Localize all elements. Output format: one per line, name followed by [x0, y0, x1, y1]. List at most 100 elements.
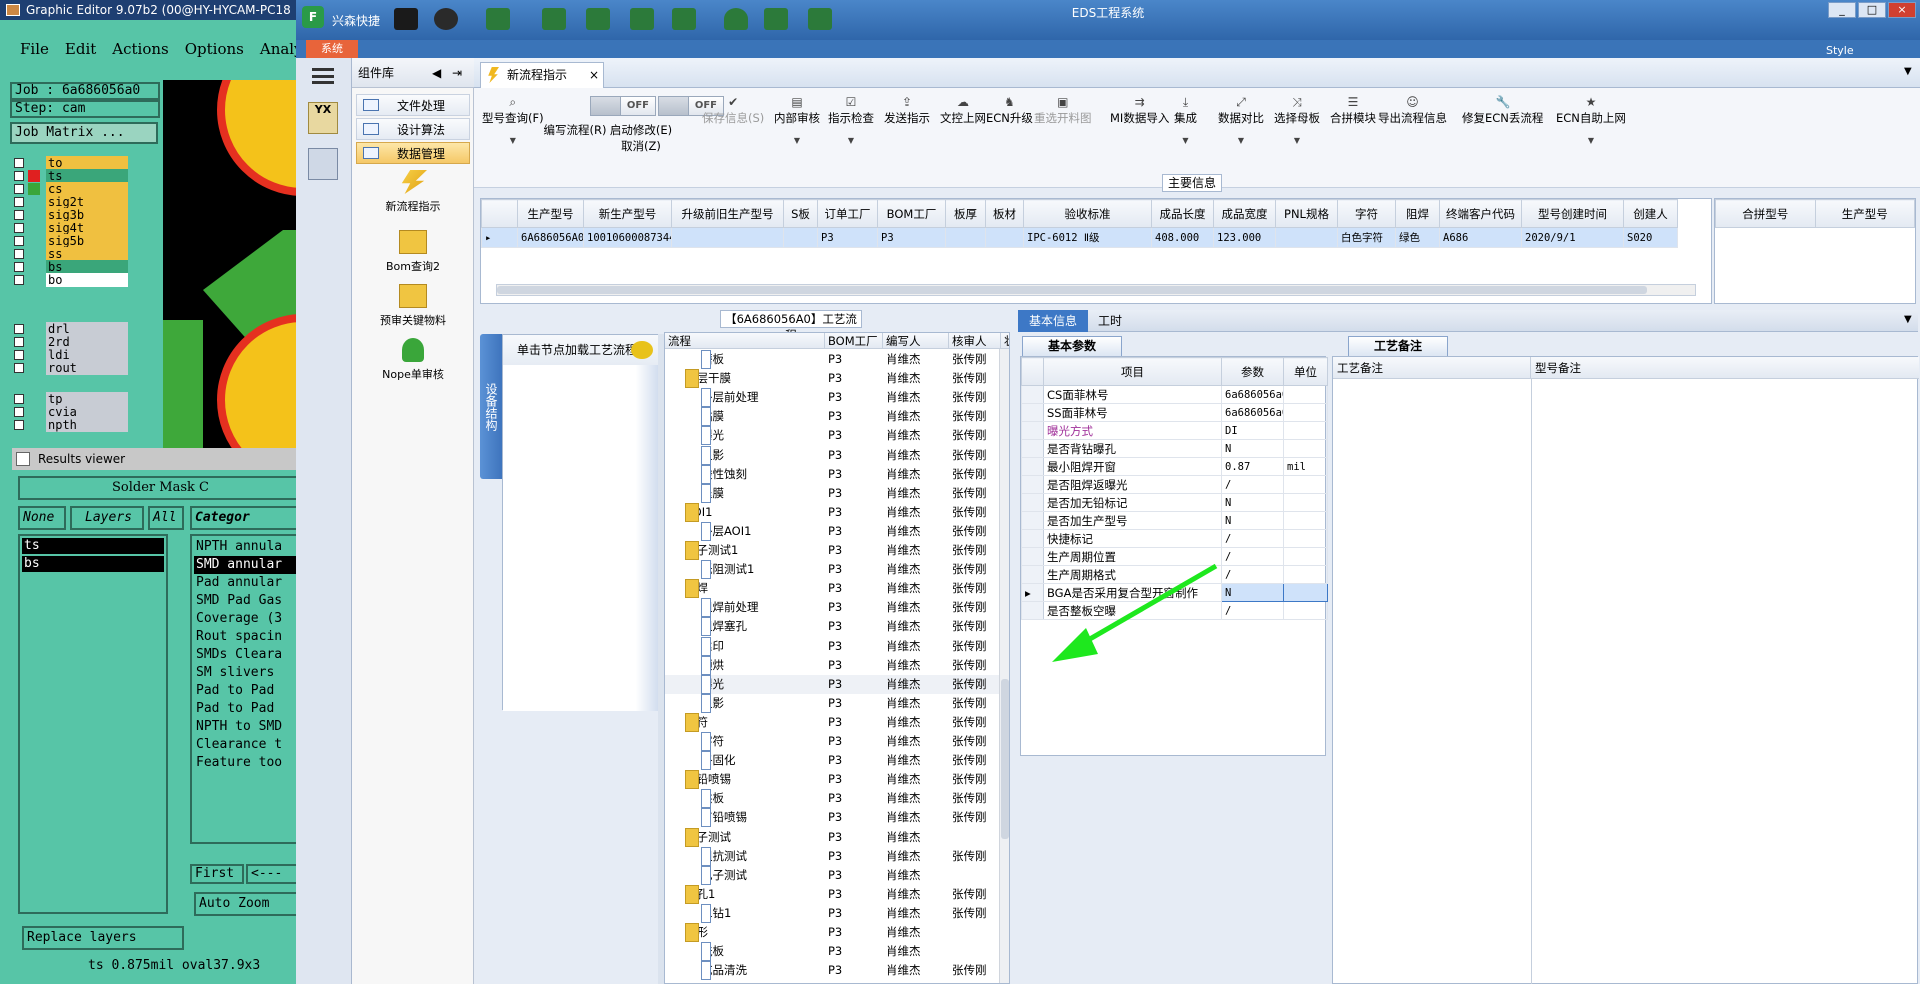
tree-row[interactable]: 烘板P3肖维杰张传刚已上网: [665, 789, 1009, 809]
grid-header[interactable]: 升级前旧生产型号: [671, 199, 784, 228]
layer-checkbox[interactable]: [14, 262, 24, 272]
basic-param-row[interactable]: 是否加无铅标记 N: [1021, 493, 1328, 512]
tree-row[interactable]: 电子测试P3肖维杰已编写: [665, 865, 1009, 885]
merge-grid-header[interactable]: 生产型号: [1814, 199, 1915, 228]
basic-param-row[interactable]: 是否加生产型号 N: [1021, 511, 1328, 530]
category-item[interactable]: Pad annular: [194, 574, 298, 592]
minimize-button[interactable]: _: [1828, 2, 1856, 18]
chart-icon[interactable]: [764, 8, 788, 30]
tree-row[interactable]: 曝光P3肖维杰张传刚已上网: [665, 674, 1009, 694]
layer-checkbox[interactable]: [14, 158, 24, 168]
category-item[interactable]: Clearance t: [194, 736, 298, 754]
toolbar-button[interactable]: ★ ECN自助上网 ▼: [1556, 96, 1626, 145]
tree-row[interactable]: 字符P3肖维杰张传刚已上网: [665, 732, 1009, 751]
category-item[interactable]: SM slivers: [194, 664, 298, 682]
toolbar-button[interactable]: ⤢ 数据对比 ▼: [1218, 96, 1264, 145]
monitor-icon[interactable]: [808, 8, 832, 30]
tree-row[interactable]: 曝光P3肖维杰张传刚已上网: [665, 426, 1009, 446]
tree-row[interactable]: 显影P3肖维杰张传刚已上网: [665, 445, 1009, 465]
tab-bar-dropdown-icon[interactable]: ▼: [1904, 66, 1912, 77]
device-structure-tab[interactable]: 设备结构: [480, 334, 502, 479]
layer-row[interactable]: bs: [14, 260, 132, 274]
dropdown-caret-icon[interactable]: ▼: [1218, 136, 1264, 145]
grid-cell[interactable]: [985, 227, 1024, 248]
layer-row[interactable]: sig4t: [14, 221, 132, 235]
basic-header[interactable]: 参数: [1221, 357, 1284, 386]
menu-edit[interactable]: Edit: [65, 40, 96, 58]
toolbar-button[interactable]: ♞ ECN升级: [986, 96, 1033, 126]
search-icon[interactable]: [394, 8, 418, 30]
basic-param-row[interactable]: CS面菲林号6a686056a0.ts: [1021, 385, 1328, 404]
nav-bom-query[interactable]: Bom查询2: [352, 230, 474, 274]
chat-bubble-icon[interactable]: [631, 341, 653, 359]
tree-row[interactable]: 低阻测试1P3肖维杰张传刚已上网: [665, 560, 1009, 580]
basic-header[interactable]: 单位: [1283, 357, 1328, 386]
param-value[interactable]: /: [1221, 529, 1284, 548]
scissors-icon[interactable]: [542, 8, 566, 30]
tab-work-hours[interactable]: 工时: [1090, 310, 1130, 332]
tab-new-flow[interactable]: 新流程指示 ×: [480, 62, 604, 88]
grid-cell[interactable]: [945, 227, 986, 248]
basic-param-row[interactable]: 曝光方式 DI: [1021, 421, 1328, 440]
toolbar-button[interactable]: OFF 启动修改(E) 取消(Z): [608, 92, 724, 154]
tree-header[interactable]: 流程: [665, 333, 825, 349]
grid-cell[interactable]: [1275, 227, 1338, 248]
layer-row[interactable]: drl: [14, 322, 132, 336]
nav-data-management[interactable]: 数据管理: [356, 142, 470, 164]
layer-row[interactable]: cvia: [14, 405, 132, 419]
toolbar-button[interactable]: 🔧 修复ECN丢流程: [1462, 96, 1543, 126]
calculator-icon[interactable]: [308, 148, 338, 180]
grid-header[interactable]: 成品长度: [1151, 199, 1214, 228]
tab-craft-note[interactable]: 工艺备注: [1348, 336, 1448, 356]
layer-checkbox[interactable]: [14, 350, 24, 360]
results-viewer-close-icon[interactable]: [16, 452, 30, 466]
grid-cell[interactable]: P3: [817, 227, 878, 248]
first-button[interactable]: First: [190, 864, 244, 884]
tree-row[interactable]: 阻焊前处理P3肖维杰张传刚已上网: [665, 598, 1009, 618]
result-layer-item[interactable]: bs: [22, 556, 164, 572]
system-tab[interactable]: 系统: [306, 40, 358, 58]
toolbar-button[interactable]: ⌕ 型号查询(F) ▼: [482, 96, 544, 145]
tree-row[interactable]: 磨板P3肖维杰张传刚已上网: [665, 350, 1009, 369]
grid-header[interactable]: 成品宽度: [1213, 199, 1276, 228]
tree-row[interactable]: 酸性蚀刻P3肖维杰张传刚已上网: [665, 464, 1009, 484]
category-item[interactable]: NPTH annula: [194, 538, 298, 556]
basic-param-row[interactable]: 快捷标记 /: [1021, 529, 1328, 548]
collapse-left-icon[interactable]: ◀: [432, 66, 441, 80]
tree-row[interactable]: −AOI1P3肖维杰张传刚已上网: [665, 502, 1009, 522]
grid-header[interactable]: 板材: [985, 199, 1024, 228]
param-value[interactable]: N: [1221, 493, 1284, 512]
grid-header[interactable]: PNL规格: [1275, 199, 1338, 228]
graphic-canvas[interactable]: [163, 80, 300, 460]
main-grid-hscroll[interactable]: [496, 284, 1696, 296]
dropdown-caret-icon[interactable]: ▼: [482, 136, 544, 145]
layer-checkbox[interactable]: [14, 337, 24, 347]
grid-cell[interactable]: 绿色: [1395, 227, 1440, 248]
prev-button[interactable]: <---: [246, 864, 300, 884]
category-item[interactable]: SMD annular: [194, 556, 298, 574]
menu-actions[interactable]: Actions: [112, 40, 168, 58]
style-label[interactable]: Style: [1826, 44, 1854, 57]
tree-row[interactable]: 终固化P3肖维杰张传刚已上网: [665, 751, 1009, 771]
grid-cell[interactable]: 白色字符: [1337, 227, 1396, 248]
param-value[interactable]: N: [1221, 511, 1284, 530]
tree-row[interactable]: 预烘P3肖维杰张传刚已上网: [665, 655, 1009, 675]
auto-zoom-button[interactable]: Auto Zoom: [194, 892, 298, 916]
layer-row[interactable]: 2rd: [14, 335, 132, 349]
grid-header[interactable]: 阻焊: [1395, 199, 1440, 228]
param-value[interactable]: 0.87: [1221, 457, 1284, 476]
dropdown-caret-icon[interactable]: ▼: [828, 136, 874, 145]
film-icon[interactable]: [586, 8, 610, 30]
layer-checkbox[interactable]: [14, 275, 24, 285]
tree-row[interactable]: 有铅喷锡P3肖维杰张传刚已上网: [665, 808, 1009, 828]
grid-cell[interactable]: 123.000: [1213, 227, 1276, 248]
toolbar-button[interactable]: ☁ 文控上网: [940, 96, 986, 126]
tree-row[interactable]: 贴膜P3肖维杰张传刚已上网: [665, 407, 1009, 427]
toolbar-button[interactable]: OFF 编写流程(R): [542, 92, 656, 138]
grid-cell[interactable]: IPC-6012 Ⅱ级: [1023, 227, 1152, 248]
layer-row[interactable]: cs: [14, 182, 132, 196]
tree-row[interactable]: 铣板P3肖维杰已编写: [665, 942, 1009, 962]
layer-checkbox[interactable]: [14, 249, 24, 259]
copy-icon[interactable]: [630, 8, 654, 30]
grid-cell[interactable]: 2020/9/1: [1521, 227, 1624, 248]
